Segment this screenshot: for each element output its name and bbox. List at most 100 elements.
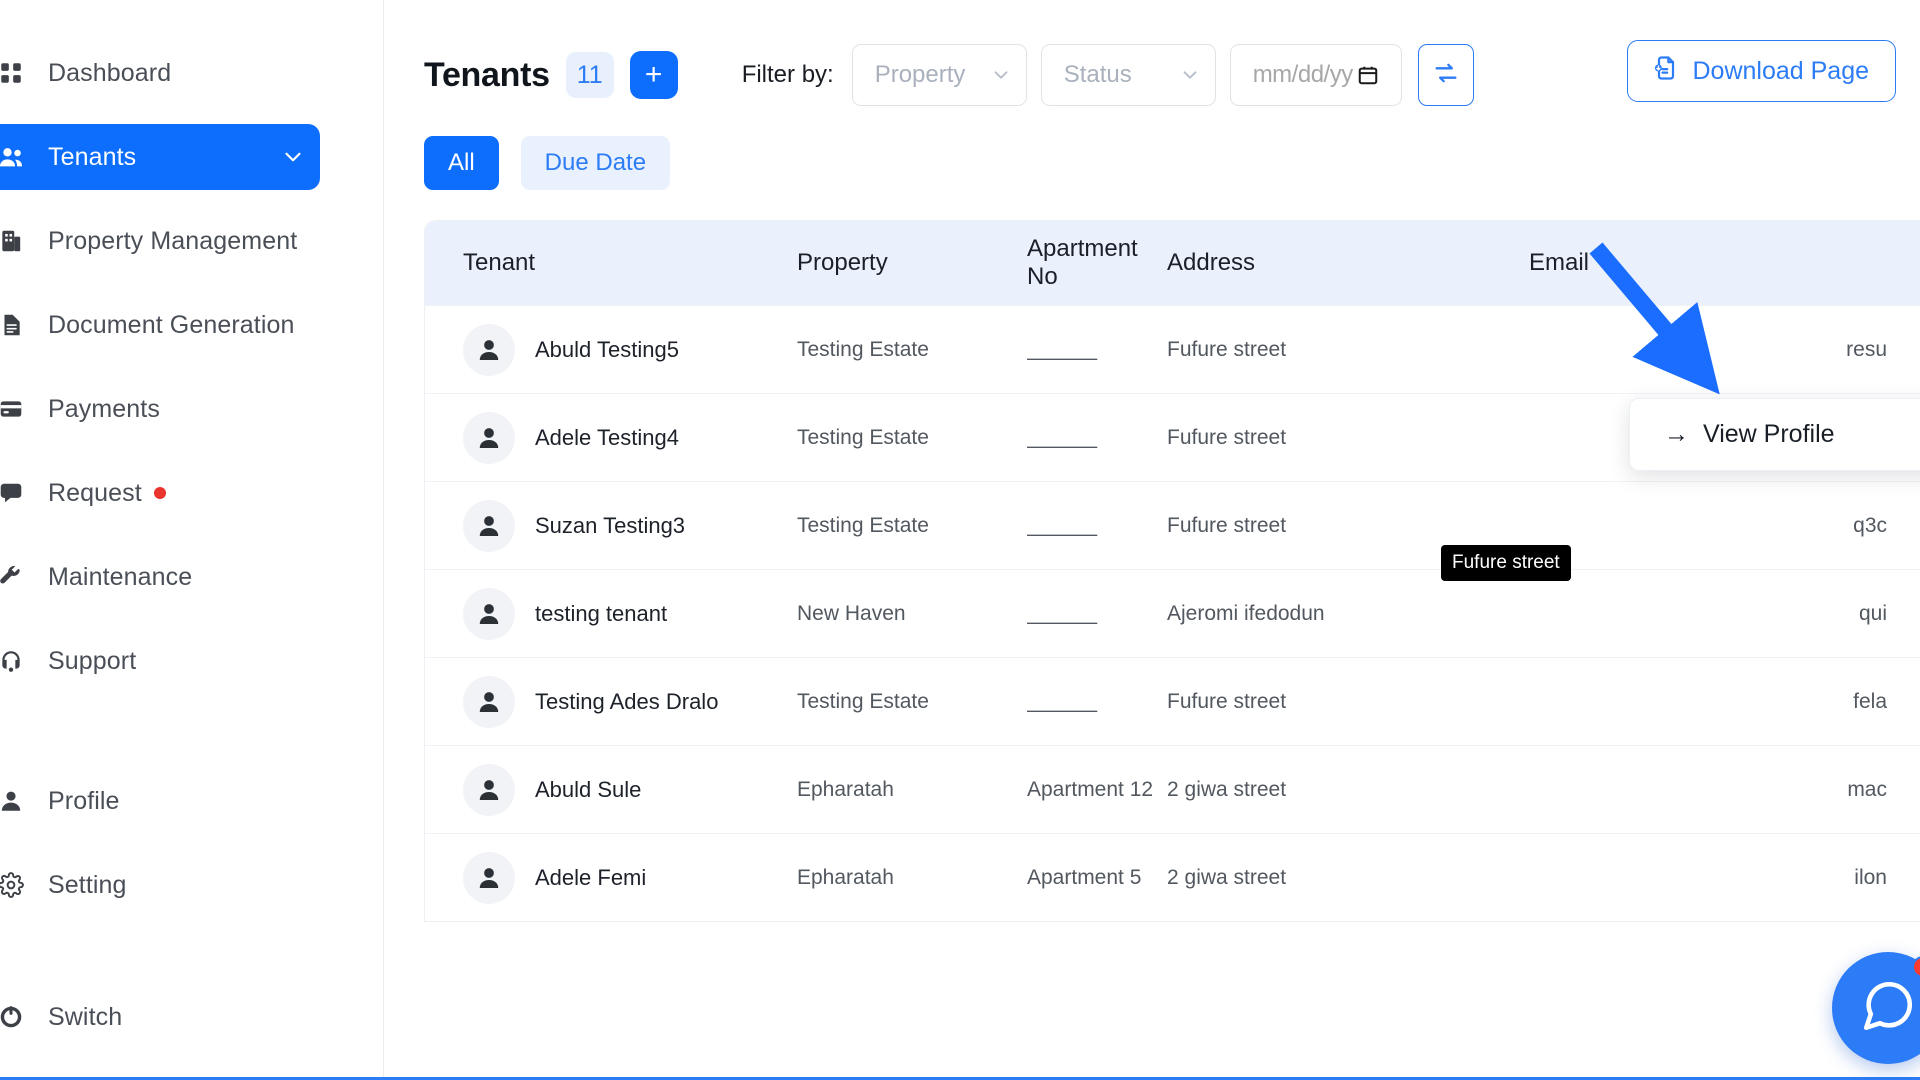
status-filter-select[interactable]: Status: [1040, 44, 1216, 106]
cell-apartment-no: ______: [1027, 601, 1098, 625]
document-icon: [0, 310, 26, 340]
sidebar-item-request[interactable]: Request: [0, 460, 320, 526]
sidebar-item-payments[interactable]: Payments: [0, 376, 320, 442]
cell-apartment-no: Apartment 5: [1027, 865, 1142, 889]
building-icon: [0, 226, 26, 256]
cell-address: Fufure street: [1167, 425, 1287, 449]
row-actions[interactable]: [1897, 687, 1920, 717]
sidebar-notification-dot: [153, 487, 166, 499]
tenant-name: Adele Testing4: [535, 424, 679, 450]
row-actions[interactable]: [1897, 335, 1920, 365]
cell-apartment-no: ______: [1027, 513, 1098, 537]
property-filter-value: Property: [874, 61, 966, 88]
avatar: [463, 675, 515, 728]
cell-email: mac: [1847, 777, 1887, 801]
chevron-down-icon[interactable]: [280, 144, 306, 170]
cell-address: Fufure street: [1167, 513, 1287, 537]
cell-tenant: Testing Ades Dralo: [425, 675, 797, 728]
cell-address: Fufure street: [1167, 689, 1287, 713]
tenant-name: testing tenant: [535, 600, 668, 626]
tenant-name: Testing Ades Dralo: [535, 688, 719, 714]
sidebar: Dashboard Tenants Property Management Docum…: [0, 0, 384, 1080]
cell-address: Fufure street: [1167, 337, 1287, 361]
cell-email: qui: [1858, 601, 1887, 625]
user-icon: [0, 786, 26, 816]
sidebar-item-property-management[interactable]: Property Management: [0, 208, 320, 274]
sidebar-item-document-generation[interactable]: Document Generation: [0, 292, 320, 358]
chevron-down-icon: [1179, 64, 1201, 86]
table-row[interactable]: testing tenant New Haven ______ Ajeromi ife…: [425, 569, 1920, 657]
date-filter-input[interactable]: mm/dd/yy: [1229, 44, 1402, 106]
row-actions[interactable]: [1897, 863, 1920, 893]
table-row[interactable]: Abuld Sule Epharatah Apartment 12 2 giwa st…: [425, 745, 1920, 833]
sidebar-item-label: Property Management: [48, 226, 298, 255]
tenants-table: Tenant Property Apartment No Address Ema…: [424, 220, 1920, 922]
sidebar-item-dashboard[interactable]: Dashboard: [0, 40, 320, 106]
sidebar-item-tenants[interactable]: Tenants: [0, 124, 320, 190]
add-tenant-button[interactable]: +: [629, 51, 678, 99]
table-header-row: Tenant Property Apartment No Address Ema…: [425, 221, 1920, 305]
cell-property: Testing Estate: [797, 513, 929, 537]
tab-all[interactable]: All: [424, 136, 499, 190]
cell-email: resu: [1846, 337, 1887, 361]
cell-email: fela: [1853, 689, 1887, 713]
avatar: [463, 851, 515, 904]
table-row[interactable]: Abuld Testing5 Testing Estate ______ Fufure…: [425, 305, 1920, 393]
property-filter-select[interactable]: Property: [851, 44, 1027, 106]
credit-card-icon: [0, 394, 26, 424]
cell-property: Testing Estate: [797, 689, 929, 713]
cell-tenant: Abuld Sule: [425, 763, 797, 816]
cell-apartment-no: Apartment 12: [1027, 777, 1154, 801]
main-content: Tenants 11 + Filter by: Property Status: [384, 0, 1920, 1080]
app-root: Dashboard Tenants Property Management Docum…: [0, 0, 1920, 1080]
avatar: [463, 411, 515, 464]
chevron-down-icon: [990, 64, 1012, 86]
cell-tenant: Abuld Testing5: [425, 323, 797, 376]
row-actions[interactable]: [1897, 511, 1920, 541]
cell-tenant: testing tenant: [425, 587, 797, 640]
headset-icon: [0, 646, 26, 676]
table-row[interactable]: Testing Ades Dralo Testing Estate ______ Fu…: [425, 657, 1920, 745]
view-profile-menu-item[interactable]: View Profile: [1703, 420, 1835, 449]
wrench-icon: [0, 562, 26, 592]
calendar-icon[interactable]: [1357, 64, 1379, 86]
cell-tenant: Adele Testing4: [425, 411, 797, 464]
cell-address: Ajeromi ifedodun: [1167, 601, 1325, 625]
sidebar-item-label: Maintenance: [48, 562, 193, 591]
column-header-property: Property: [797, 249, 888, 276]
row-actions[interactable]: [1897, 599, 1920, 629]
column-header-tenant: Tenant: [463, 249, 536, 276]
avatar: [463, 323, 515, 376]
sidebar-item-support[interactable]: Support: [0, 628, 320, 694]
tab-due-date[interactable]: Due Date: [520, 136, 671, 190]
page-title: Tenants: [424, 55, 550, 94]
row-actions[interactable]: [1897, 775, 1920, 805]
chat-unread-badge: [1912, 956, 1920, 978]
grid-icon: [0, 58, 26, 88]
address-tooltip: Fufure street: [1441, 545, 1571, 581]
sidebar-item-switch[interactable]: Switch: [0, 984, 320, 1050]
cell-property: Testing Estate: [797, 337, 929, 361]
column-header-address: Address: [1167, 249, 1256, 276]
cell-email: q3c: [1853, 513, 1887, 537]
sidebar-item-profile[interactable]: Profile: [0, 768, 320, 834]
sidebar-item-label: Support: [48, 646, 137, 675]
row-context-menu[interactable]: → View Profile: [1629, 398, 1920, 471]
download-page-button[interactable]: Download Page: [1627, 40, 1896, 102]
refresh-button[interactable]: [1417, 44, 1474, 106]
cell-property: Epharatah: [797, 865, 894, 889]
sidebar-item-setting[interactable]: Setting: [0, 852, 320, 918]
refresh-icon: [1432, 59, 1460, 92]
avatar: [463, 763, 515, 816]
cell-apartment-no: ______: [1027, 689, 1098, 713]
users-icon: [0, 142, 26, 172]
arrow-right-icon: →: [1664, 420, 1689, 448]
table-row[interactable]: Suzan Testing3 Testing Estate ______ Fufure…: [425, 481, 1920, 569]
status-filter-value: Status: [1063, 61, 1132, 88]
table-row[interactable]: Adele Femi Epharatah Apartment 5 2 giwa str…: [425, 833, 1920, 921]
chat-support-button[interactable]: [1832, 952, 1920, 1064]
sidebar-item-label: Setting: [48, 870, 127, 899]
sidebar-item-maintenance[interactable]: Maintenance: [0, 544, 320, 610]
sidebar-item-label: Dashboard: [48, 58, 172, 87]
